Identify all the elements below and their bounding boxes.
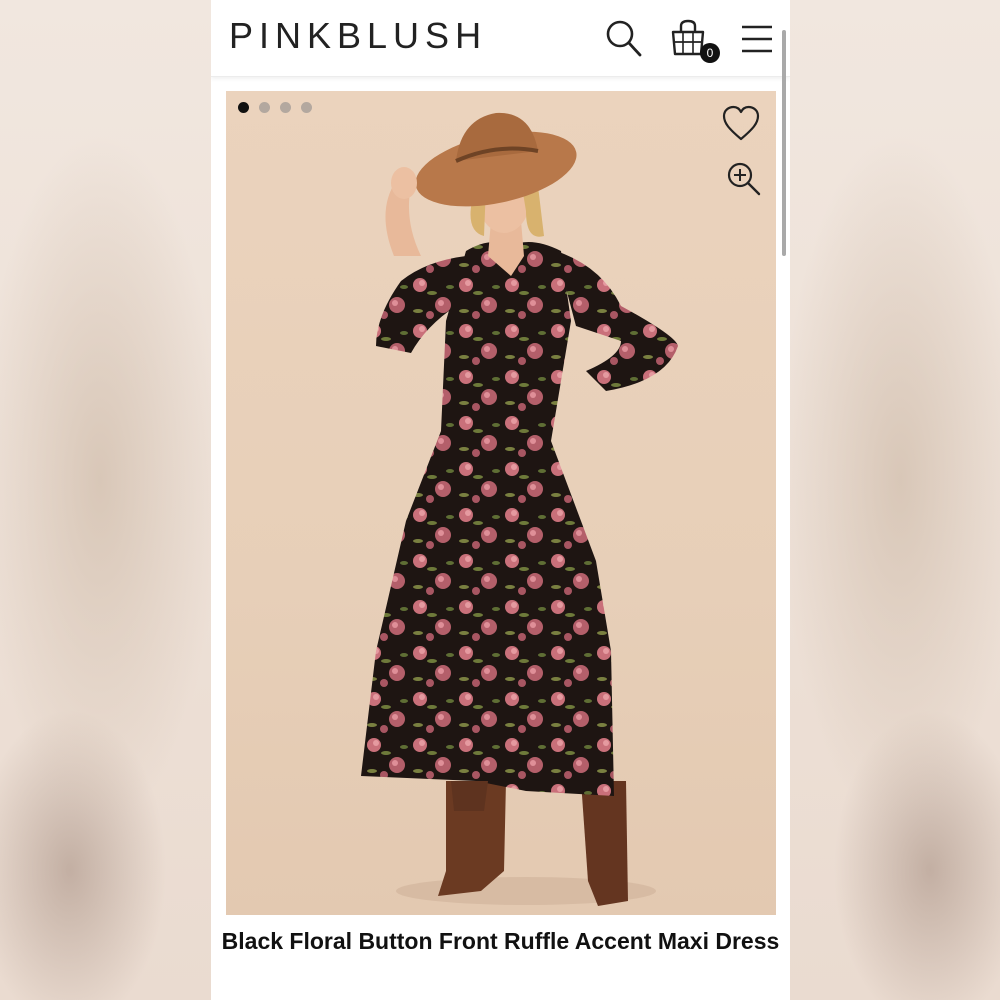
carousel-dot-1[interactable] (238, 102, 249, 113)
cart-count-badge[interactable]: 0 (700, 43, 720, 63)
product-title: Black Floral Button Front Ruffle Accent … (221, 928, 780, 954)
search-icon[interactable] (604, 18, 644, 58)
zoom-in-icon[interactable] (726, 161, 762, 197)
heart-icon[interactable] (721, 104, 761, 144)
site-header: PINKBLUSH 0 (211, 0, 790, 77)
model-illustration (361, 112, 678, 906)
carousel-dot-3[interactable] (280, 102, 291, 113)
carousel-dot-4[interactable] (301, 102, 312, 113)
scrollbar[interactable] (782, 30, 786, 256)
phone-screen: PINKBLUSH 0 Black Floral Button Front Ru… (211, 0, 790, 1000)
carousel-dots (238, 102, 312, 113)
product-image[interactable] (226, 91, 776, 915)
hamburger-menu-icon[interactable] (738, 18, 778, 58)
carousel-dot-2[interactable] (259, 102, 270, 113)
site-logo[interactable]: PINKBLUSH (229, 16, 487, 56)
